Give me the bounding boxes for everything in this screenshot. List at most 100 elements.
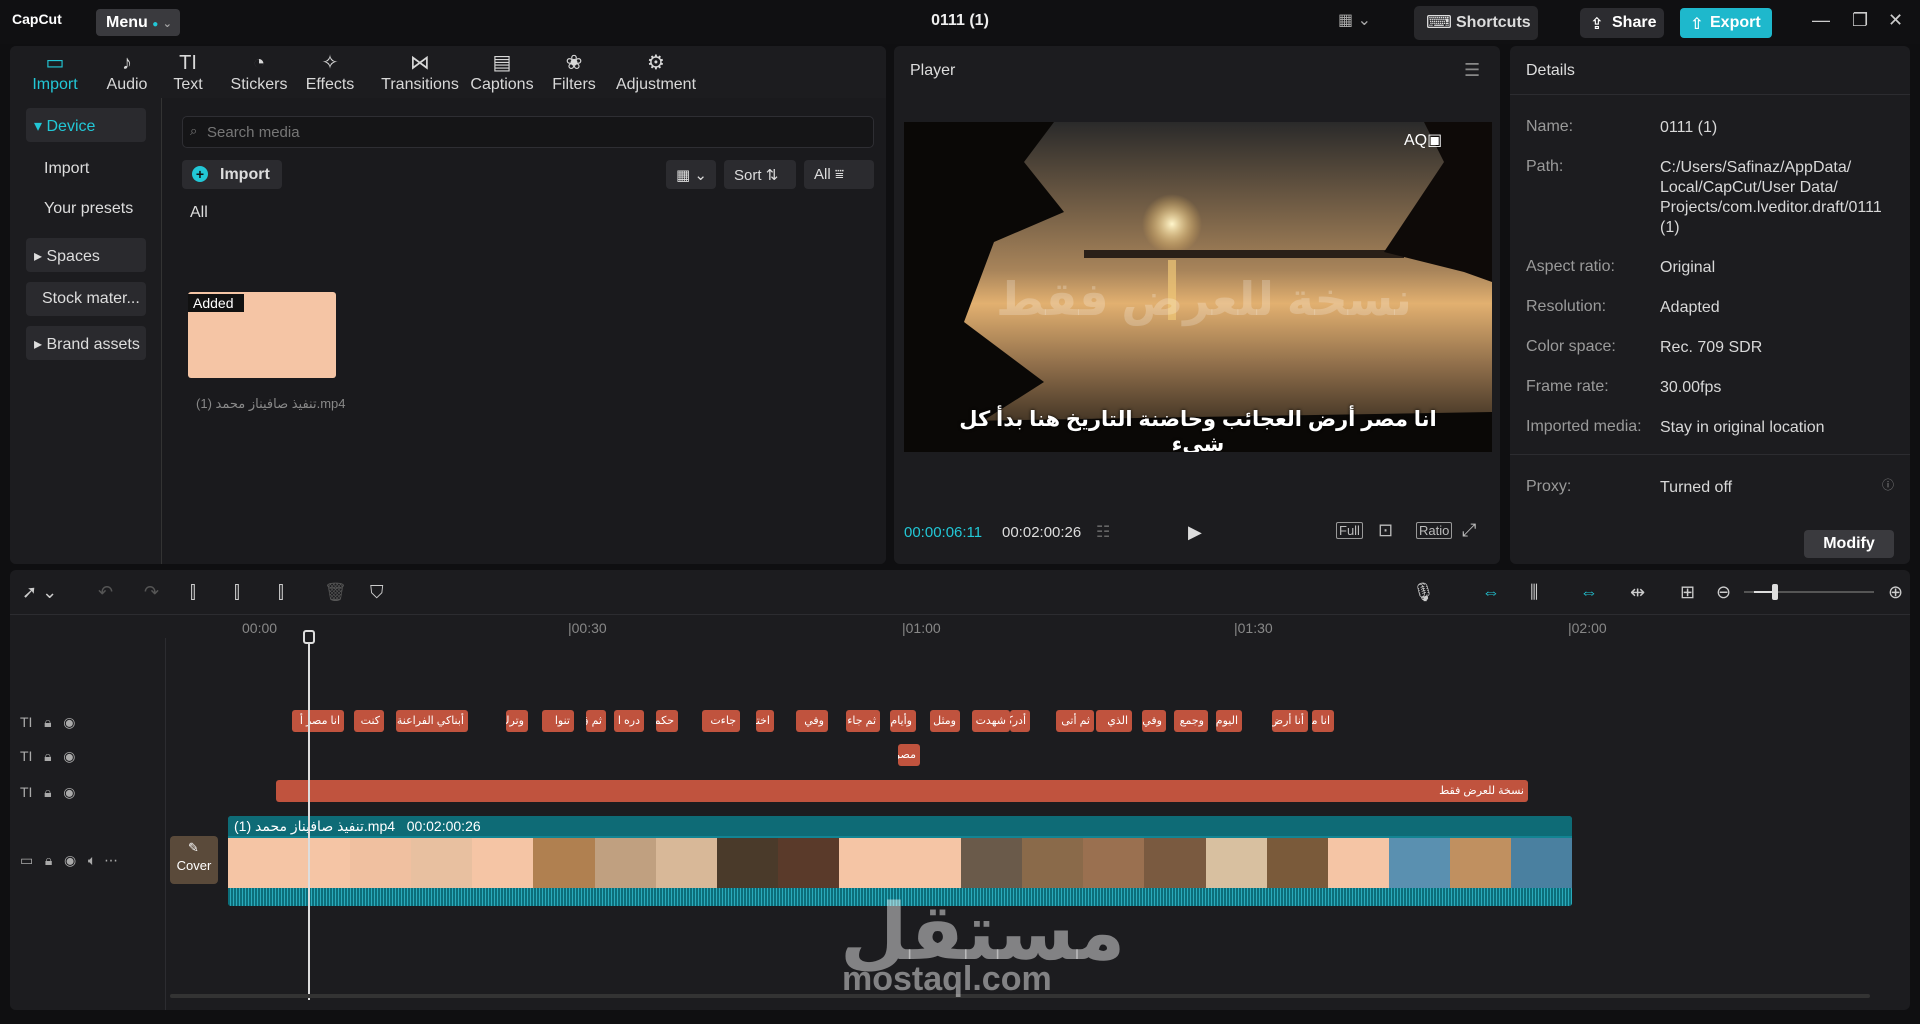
- text-clip[interactable]: تنوا: [542, 710, 574, 732]
- text-clip[interactable]: كنت: [354, 710, 384, 732]
- delete-icon[interactable]: 🗑: [324, 582, 347, 603]
- zoom-out-icon[interactable]: ⊖: [1716, 582, 1731, 603]
- sidebar-item-stock[interactable]: Stock mater...: [26, 282, 146, 316]
- text-clip[interactable]: انا مصر: [1312, 710, 1334, 732]
- text-clip-watermark[interactable]: نسخة للعرض فقط: [276, 780, 1528, 802]
- sidebar-item-import[interactable]: Import: [26, 152, 146, 186]
- text-clip[interactable]: ثم جاء المم: [846, 710, 880, 732]
- text-clip[interactable]: وأيام المم: [890, 710, 916, 732]
- shortcuts-button[interactable]: ⌨ Shortcuts: [1414, 6, 1538, 40]
- text-clip[interactable]: انا مصر أ: [292, 710, 344, 732]
- text-clip[interactable]: اليوم أنا: [1216, 710, 1242, 732]
- link-icon[interactable]: ⇔: [1580, 582, 1598, 603]
- redo-icon[interactable]: ↷: [144, 582, 159, 603]
- text-clip[interactable]: شهدت: [972, 710, 1010, 732]
- lock-icon[interactable]: 🔒︎: [44, 748, 51, 764]
- tab-label: Filters: [552, 76, 596, 93]
- minimize-icon[interactable]: —: [1812, 10, 1830, 31]
- text-clip[interactable]: مصر: [898, 744, 920, 766]
- more-icon[interactable]: ⋯: [104, 852, 118, 868]
- tab-stickers[interactable]: ◔ Stickers: [224, 50, 294, 94]
- transitions-icon: ⋈: [410, 52, 430, 74]
- speaker-icon[interactable]: 🔈︎: [88, 852, 96, 868]
- text-clip[interactable]: أنا أرض: [1272, 710, 1308, 732]
- preview-axis-icon[interactable]: ⇹: [1630, 582, 1645, 603]
- tab-adjustment[interactable]: ⚙ Adjustment: [608, 50, 704, 94]
- text-clip[interactable]: وجمع: [1174, 710, 1208, 732]
- zoom-in-icon[interactable]: ⊕: [1888, 582, 1903, 603]
- video-track-icon: ▭: [20, 852, 34, 868]
- text-clip[interactable]: وفي: [796, 710, 828, 732]
- tab-effects[interactable]: ✧ Effects: [295, 50, 365, 94]
- sidebar-item-presets[interactable]: Your presets: [26, 192, 146, 226]
- detail-key: Name:: [1526, 118, 1574, 135]
- text-clip[interactable]: وترك: [506, 710, 528, 732]
- layout-icon[interactable]: ▦ ⌄: [1338, 10, 1371, 30]
- frame: [533, 838, 595, 888]
- tab-import[interactable]: ▭ Import: [20, 50, 90, 94]
- split-right-icon[interactable]: ⫿: [278, 582, 284, 603]
- undo-icon[interactable]: ↶: [98, 582, 113, 603]
- fullscreen-icon[interactable]: ⤢: [1462, 520, 1476, 541]
- microphone-icon[interactable]: 🎙: [1412, 582, 1435, 603]
- text-clip[interactable]: ثم أتى: [1056, 710, 1094, 732]
- eye-icon[interactable]: ◉: [63, 784, 75, 800]
- text-track-1: انا مصر أ كنت أبناكي الفراعنة وترك تنوا ثم ق د…: [10, 710, 1910, 734]
- video-subtitle: انا مصر أرض العجائب وحاضنة التاريخ هنا ب…: [959, 408, 1437, 452]
- lock-icon[interactable]: 🔒︎: [45, 852, 52, 868]
- eye-icon[interactable]: ◉: [63, 748, 75, 764]
- tab-filters[interactable]: ❀ Filters: [540, 50, 608, 94]
- sidebar-item-device[interactable]: ▾ Device: [26, 108, 146, 142]
- restore-icon[interactable]: ❐: [1852, 10, 1868, 31]
- cover-button[interactable]: ✎ Cover: [170, 836, 218, 884]
- tab-audio[interactable]: ♪ Audio: [92, 50, 162, 94]
- text-clip[interactable]: ومثل: [930, 710, 960, 732]
- auto-snap-icon[interactable]: ⫼: [1530, 582, 1538, 603]
- tab-transitions[interactable]: ⋈ Transitions: [374, 50, 466, 94]
- text-clip[interactable]: اختصر: [756, 710, 774, 732]
- full-button[interactable]: Full: [1336, 522, 1363, 539]
- share-button[interactable]: ⇪ Share: [1580, 8, 1664, 38]
- search-input[interactable]: Search media: [182, 116, 874, 148]
- select-cursor-icon[interactable]: ➚ ⌄: [22, 582, 57, 603]
- text-clip[interactable]: حكمت: [656, 710, 678, 732]
- text-clip[interactable]: دره ا: [614, 710, 644, 732]
- tab-text[interactable]: TI Text: [153, 50, 223, 94]
- text-clip[interactable]: ثم ق: [586, 710, 606, 732]
- split-icon[interactable]: ⫿: [190, 582, 196, 603]
- main-track-magnet-icon[interactable]: ⇔: [1482, 582, 1500, 603]
- detail-value: C:/Users/Safinaz/AppData/ Local/CapCut/U…: [1660, 159, 1882, 236]
- export-button[interactable]: ⇧ Export: [1680, 8, 1772, 38]
- sidebar-item-spaces[interactable]: ▸ Spaces: [26, 238, 146, 272]
- text-clip[interactable]: أدركه: [1010, 710, 1030, 732]
- filter-button[interactable]: All ⩸: [804, 160, 874, 189]
- modify-button[interactable]: Modify: [1804, 530, 1894, 558]
- timeline-list-icon[interactable]: ☷: [1096, 522, 1110, 542]
- info-icon[interactable]: ⓘ: [1882, 476, 1894, 493]
- import-button[interactable]: + Import: [182, 160, 282, 189]
- detail-key: Proxy:: [1526, 478, 1572, 495]
- split-left-icon[interactable]: ⫿: [234, 582, 240, 603]
- close-icon[interactable]: ✕: [1888, 10, 1903, 31]
- export-label: Export: [1710, 14, 1761, 31]
- sort-button[interactable]: Sort ⇅: [724, 160, 796, 189]
- text-clip[interactable]: الذي: [1096, 710, 1132, 732]
- zoom-slider-handle[interactable]: [1772, 584, 1778, 600]
- playhead[interactable]: [308, 638, 310, 1000]
- hamburger-icon[interactable]: ☰: [1464, 60, 1480, 81]
- tab-captions[interactable]: ▤ Captions: [466, 50, 538, 94]
- view-toggle-button[interactable]: ▦ ⌄: [666, 160, 716, 189]
- shield-icon[interactable]: ⛉: [370, 582, 384, 603]
- lock-icon[interactable]: 🔒︎: [44, 784, 51, 800]
- text-clip[interactable]: أبناكي الفراعنة: [396, 710, 468, 732]
- text-clip[interactable]: جاءت: [702, 710, 740, 732]
- screenshot-icon[interactable]: ⊡: [1378, 520, 1393, 541]
- zoom-fit-icon[interactable]: ⊞: [1680, 582, 1695, 603]
- video-preview[interactable]: نسخة للعرض فقط AQ▣ انا مصر أرض العجائب و…: [904, 122, 1492, 452]
- playhead-handle[interactable]: [303, 630, 315, 644]
- eye-icon[interactable]: ◉: [64, 852, 76, 868]
- play-icon[interactable]: ▶: [1188, 522, 1202, 543]
- sidebar-item-brand-assets[interactable]: ▸ Brand assets: [26, 326, 146, 360]
- text-clip[interactable]: وفي: [1142, 710, 1166, 732]
- ratio-button[interactable]: Ratio: [1416, 522, 1453, 539]
